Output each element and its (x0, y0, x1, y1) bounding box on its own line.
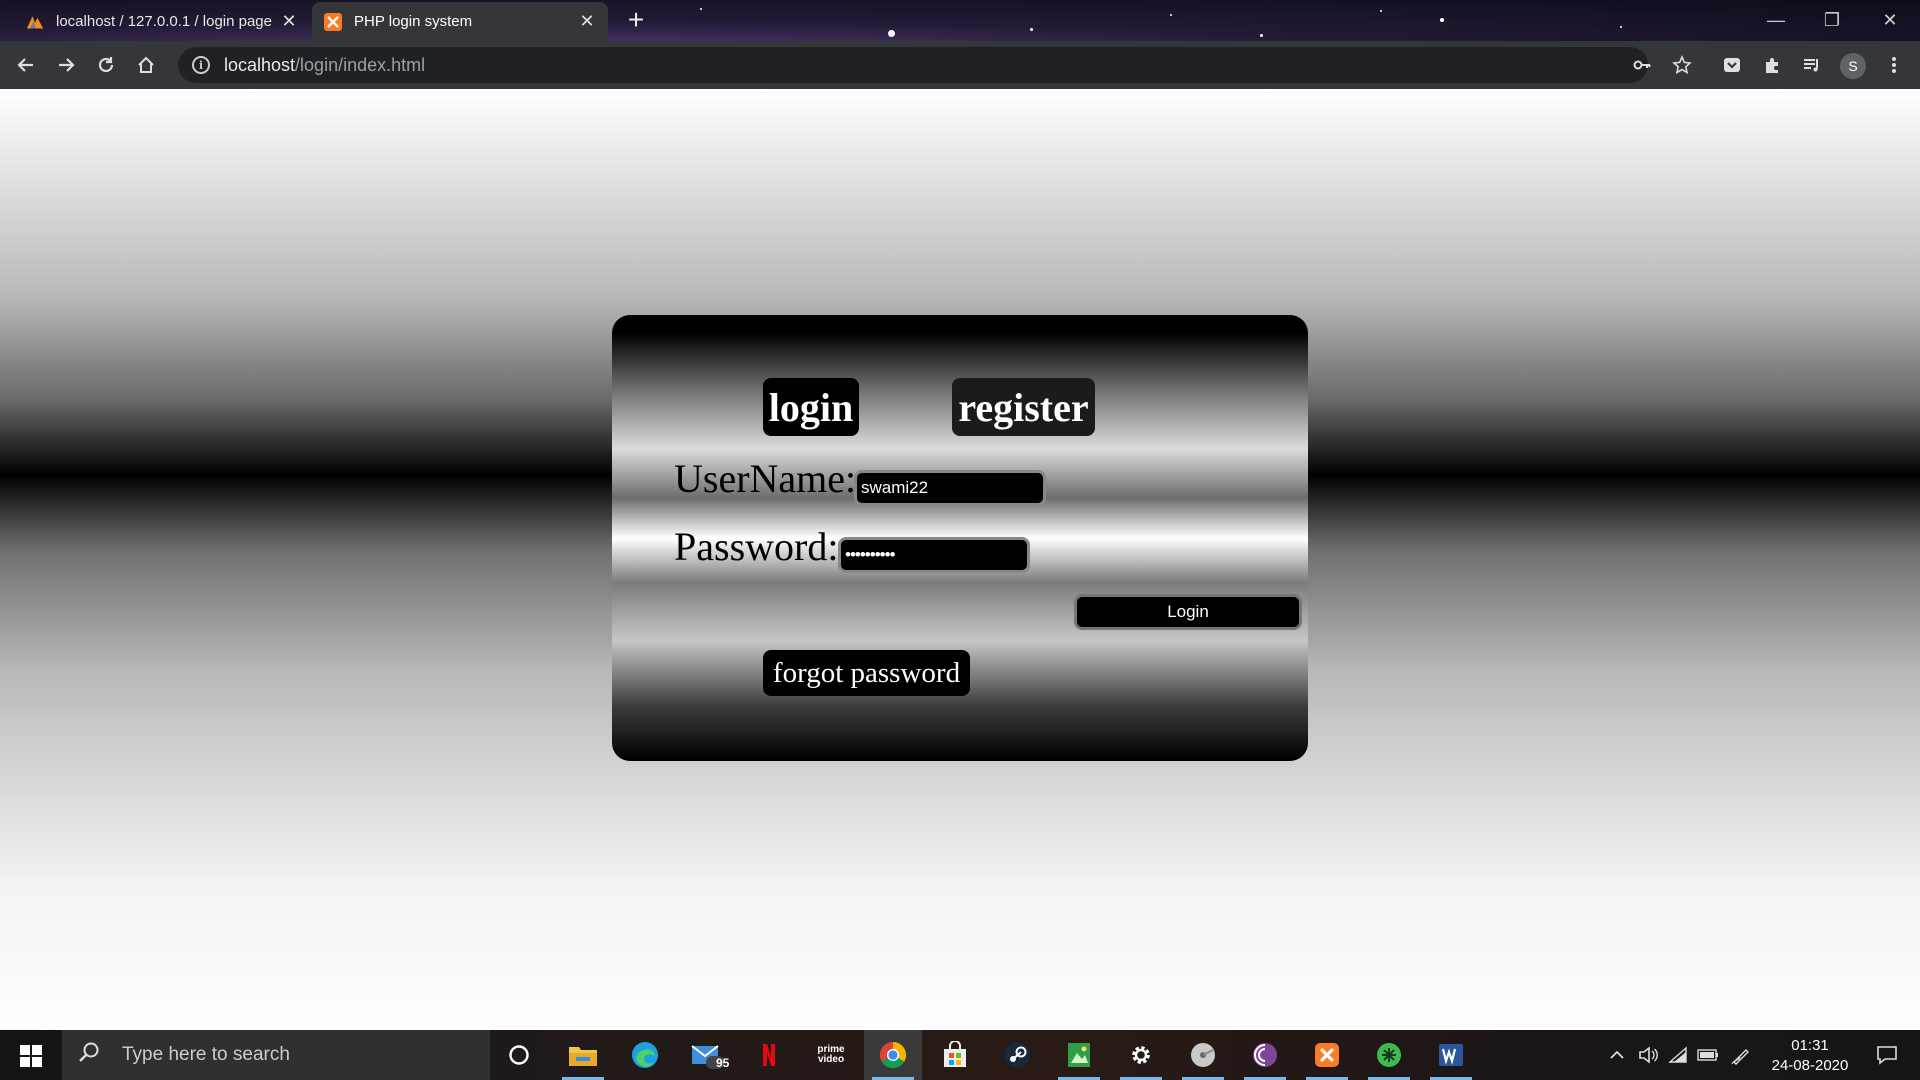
prime-video-icon[interactable]: prime video (802, 1030, 860, 1080)
windows-logo-icon (20, 1045, 42, 1067)
arrow-right-icon (59, 58, 75, 72)
login-submit-button[interactable]: Login (1074, 594, 1302, 630)
word-icon[interactable] (1422, 1030, 1480, 1080)
reload-icon (98, 57, 114, 73)
edge-icon[interactable] (616, 1030, 674, 1080)
file-explorer-icon[interactable] (554, 1030, 612, 1080)
search-icon (78, 1041, 106, 1069)
tab-title: localhost / 127.0.0.1 / login page (56, 13, 272, 30)
clock-time: 01:31 (1791, 1037, 1829, 1054)
xampp-icon[interactable] (1298, 1030, 1356, 1080)
pen-ink-icon[interactable] (1726, 1030, 1756, 1080)
star-decoration (1440, 18, 1444, 22)
star-decoration (1380, 10, 1382, 12)
star-decoration (700, 8, 702, 10)
browser-toolbar: i localhost/login/index.html S (0, 41, 1920, 89)
home-icon (138, 56, 154, 73)
system-clock[interactable]: 01:31 24-08-2020 (1760, 1036, 1860, 1076)
register-tab-button[interactable]: register (952, 378, 1095, 436)
reload-button[interactable] (90, 49, 122, 81)
pocket-icon[interactable] (1716, 49, 1748, 81)
back-button[interactable] (10, 49, 42, 81)
home-button[interactable] (130, 49, 162, 81)
steam-icon[interactable] (988, 1030, 1046, 1080)
cortana-icon[interactable] (490, 1030, 548, 1080)
volume-icon[interactable] (1634, 1030, 1662, 1080)
phpmyadmin-icon (26, 13, 44, 31)
disk-icon[interactable] (1174, 1030, 1232, 1080)
star-decoration (1170, 14, 1172, 16)
login-tab-button[interactable]: login (763, 378, 859, 436)
battery-icon[interactable] (1694, 1030, 1722, 1080)
url-path: /login/index.html (295, 54, 426, 75)
password-label: Password: (674, 524, 839, 569)
forward-button[interactable] (50, 49, 82, 81)
info-icon[interactable]: i (192, 56, 210, 74)
tab-phpmyadmin[interactable]: localhost / 127.0.0.1 / login page ✕ (14, 2, 310, 41)
star-decoration (1030, 28, 1033, 31)
minimize-button[interactable]: — (1748, 0, 1804, 41)
xampp-icon (324, 12, 342, 31)
extensions-icon[interactable] (1756, 49, 1788, 81)
menu-kebab-icon[interactable] (1878, 49, 1910, 81)
url-host: localhost (224, 54, 296, 75)
restore-button[interactable]: ❐ (1804, 0, 1860, 41)
chrome-icon[interactable] (864, 1030, 922, 1080)
star-decoration (888, 30, 895, 37)
close-icon[interactable]: ✕ (280, 11, 298, 32)
browser-titlebar: localhost / 127.0.0.1 / login page ✕ PHP… (0, 0, 1920, 41)
bookmark-star-icon[interactable] (1666, 49, 1698, 81)
prime-video-label: prime video (817, 1044, 845, 1065)
username-label: UserName: (674, 456, 857, 501)
wifi-icon[interactable] (1664, 1030, 1692, 1080)
key-icon[interactable] (1626, 49, 1658, 81)
store-icon[interactable] (926, 1030, 984, 1080)
mail-badge: 95 (716, 1056, 730, 1070)
taskbar: Type here to search 95 prime video 01:31… (0, 1030, 1920, 1080)
tab-title: PHP login system (354, 13, 473, 30)
forgot-password-button[interactable]: forgot password (763, 650, 970, 696)
settings-icon[interactable] (1112, 1030, 1170, 1080)
new-tab-button[interactable]: + (620, 6, 652, 36)
taskbar-search[interactable]: Type here to search (62, 1030, 490, 1080)
close-icon[interactable]: ✕ (578, 11, 596, 32)
chevron-up-icon[interactable] (1604, 1030, 1630, 1080)
media-queue-icon[interactable] (1796, 49, 1828, 81)
avatar[interactable]: S (1840, 53, 1866, 79)
arrow-left-icon (17, 58, 33, 72)
mail-icon[interactable]: 95 (678, 1030, 736, 1080)
page-viewport: login register UserName: swami22 Passwor… (0, 89, 1920, 1030)
star-decoration (1260, 34, 1263, 37)
tab-php-login[interactable]: PHP login system ✕ (312, 2, 608, 41)
app-icon[interactable] (1360, 1030, 1418, 1080)
address-bar[interactable]: i localhost/login/index.html (178, 47, 1648, 83)
photos-icon[interactable] (1050, 1030, 1108, 1080)
username-input[interactable]: swami22 (854, 470, 1046, 506)
window-close-button[interactable]: ✕ (1862, 0, 1918, 41)
star-decoration (1620, 26, 1622, 28)
notification-icon[interactable] (1862, 1030, 1912, 1080)
netflix-icon[interactable] (740, 1030, 798, 1080)
login-card: login register UserName: swami22 Passwor… (612, 315, 1308, 761)
start-button[interactable] (8, 1040, 54, 1072)
password-input[interactable]: •••••••••• (838, 537, 1030, 573)
clock-date: 24-08-2020 (1771, 1057, 1849, 1074)
tor-icon[interactable] (1236, 1030, 1294, 1080)
search-placeholder: Type here to search (122, 1044, 290, 1065)
